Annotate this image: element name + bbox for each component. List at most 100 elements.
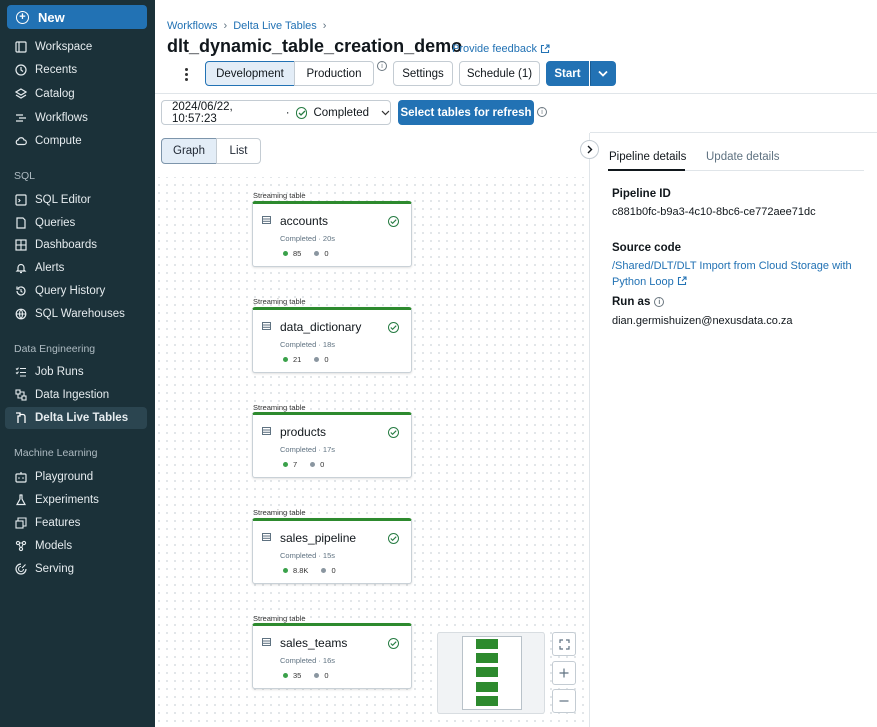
zoom-out-button[interactable] [552,689,576,713]
sidebar-item-label: Recents [35,64,78,76]
breadcrumb-delta-live-tables[interactable]: Delta Live Tables [233,20,317,32]
warehouse-icon [15,308,27,320]
sidebar-item-label: Dashboards [35,239,98,251]
node-type-label: Streaming table [253,191,306,200]
node-name: accounts [280,214,329,228]
sidebar-item-models[interactable]: Models [5,535,147,557]
info-icon[interactable]: i [537,107,547,117]
check-circle-icon [388,216,399,227]
panel-top-divider [590,132,877,133]
dropped-count: 0 [324,249,329,258]
fit-view-button[interactable] [552,632,576,656]
sidebar-item-query-history[interactable]: Query History [5,280,147,302]
pipeline-id-label: Pipeline ID [612,188,671,200]
sidebar-item-job-runs[interactable]: Job Runs [5,361,147,383]
table-node-data-dictionary[interactable]: data_dictionary Completed · 18s 21 0 [252,307,412,373]
provide-feedback-link[interactable]: Provide feedback [452,43,550,55]
table-node-products[interactable]: products Completed · 17s 70 [252,412,412,478]
check-circle-icon [295,106,308,119]
development-mode-button[interactable]: Development [205,61,295,86]
tab-pipeline-details[interactable]: Pipeline details [609,151,686,169]
sidebar-item-label: Workspace [35,41,93,53]
upserted-count: 21 [293,355,302,364]
sidebar-item-sql-warehouses[interactable]: SQL Warehouses [5,303,147,325]
table-node-accounts[interactable]: accounts Completed · 20s 85 0 [252,201,412,267]
info-icon[interactable]: i [377,61,387,71]
node-status: Completed · 17s [280,445,336,454]
sidebar-item-label: Catalog [35,88,75,100]
source-code-path: /Shared/DLT/DLT Import from Cloud Storag… [612,260,852,288]
tab-update-details[interactable]: Update details [706,151,780,169]
breadcrumb: Workflows › Delta Live Tables › [167,20,326,32]
table-node-sales-pipeline[interactable]: sales_pipeline Completed · 15s 8.8K 0 [252,518,412,584]
flask-icon [15,494,27,506]
sidebar-item-experiments[interactable]: Experiments [5,489,147,511]
sidebar-item-features[interactable]: Features [5,512,147,534]
upserted-count: 7 [293,460,298,469]
run-separator: · [285,106,290,119]
info-icon[interactable]: i [654,297,665,307]
graph-minimap[interactable] [437,632,545,714]
feedback-label: Provide feedback [452,43,537,55]
sidebar-item-label: SQL Warehouses [35,308,125,320]
update-run-select[interactable]: 2024/06/22, 10:57:23 · Completed [161,100,391,125]
new-button[interactable]: + New [7,5,147,29]
expand-icon [558,638,570,650]
models-icon [15,540,27,552]
chevron-down-icon [381,110,390,115]
header-divider [155,93,877,94]
table-node-sales-teams[interactable]: sales_teams Completed · 16s 35 0 [252,623,412,689]
sidebar-item-workflows[interactable]: Workflows [5,107,147,129]
plus-icon: + [16,10,29,24]
upserted-count: 85 [293,249,302,258]
sql-editor-icon [15,194,27,206]
more-options-icon[interactable] [178,63,194,85]
check-circle-icon [388,427,399,438]
sidebar-item-delta-live-tables[interactable]: Delta Live Tables [5,407,147,429]
sidebar-item-alerts[interactable]: Alerts [5,257,147,279]
dashboards-icon [15,239,27,251]
sidebar-item-compute[interactable]: Compute [5,130,147,152]
sidebar-item-label: Data Ingestion [35,389,110,401]
select-tables-for-refresh-button[interactable]: Select tables for refresh [398,100,534,125]
upserted-count: 8.8K [293,566,309,575]
sidebar-item-label: Query History [35,285,106,297]
sidebar-item-data-ingestion[interactable]: Data Ingestion [5,384,147,406]
node-type-label: Streaming table [253,508,306,517]
collapse-panel-button[interactable] [580,140,599,159]
breadcrumb-workflows[interactable]: Workflows [167,20,218,32]
list-view-button[interactable]: List [216,138,261,164]
sidebar-item-workspace[interactable]: Workspace [5,36,147,58]
settings-button[interactable]: Settings [393,61,453,86]
check-circle-icon [388,638,399,649]
start-dropdown-button[interactable] [590,61,616,86]
graph-view-button[interactable]: Graph [161,138,217,164]
production-mode-button[interactable]: Production [294,61,374,86]
schedule-button[interactable]: Schedule (1) [459,61,540,86]
sidebar-item-playground[interactable]: Playground [5,466,147,488]
sidebar-item-serving[interactable]: Serving [5,558,147,580]
table-icon [262,533,271,541]
sidebar: + New Workspace Recents Catalog Workflow… [0,0,155,727]
minimap-node [476,639,498,649]
minimap-viewport[interactable] [462,636,522,710]
zoom-in-button[interactable] [552,661,576,685]
sidebar-item-queries[interactable]: Queries [5,212,147,234]
start-button[interactable]: Start [546,61,589,86]
upserted-count: 35 [293,671,302,680]
sidebar-item-recents[interactable]: Recents [5,59,147,81]
node-metrics: 8.8K 0 [283,566,336,575]
sidebar-item-catalog[interactable]: Catalog [5,83,147,105]
external-link-icon [540,44,550,54]
sidebar-item-sql-editor[interactable]: SQL Editor [5,189,147,211]
sidebar-item-label: Serving [35,563,74,575]
source-code-link[interactable]: /Shared/DLT/DLT Import from Cloud Storag… [612,258,857,290]
sidebar-item-dashboards[interactable]: Dashboards [5,234,147,256]
dropped-count: 0 [324,671,329,680]
chevron-right-icon [587,145,592,154]
chevron-down-icon [598,70,608,77]
pipeline-id-value: c881b0fc-b9a3-4c10-8bc6-ce772aee71dc [612,206,816,218]
node-name: sales_pipeline [280,531,357,545]
panel-divider[interactable] [589,133,590,727]
minimap-node [476,653,498,663]
